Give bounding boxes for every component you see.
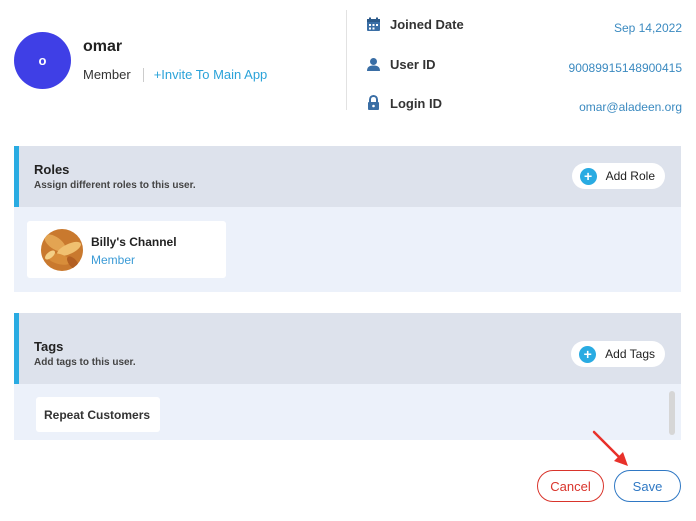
add-tags-label: Add Tags	[605, 347, 655, 361]
roles-subtitle: Assign different roles to this user.	[34, 180, 196, 191]
roles-section: Roles Assign different roles to this use…	[14, 146, 681, 292]
header-divider	[346, 10, 347, 110]
login-id-label: Login ID	[390, 95, 442, 111]
user-role: Member	[83, 67, 131, 82]
user-id-label: User ID	[390, 56, 436, 72]
plus-icon: +	[579, 345, 597, 363]
user-icon	[367, 57, 380, 71]
role-card-role: Member	[91, 253, 136, 267]
cancel-label: Cancel	[550, 478, 591, 494]
tags-header: Tags Add tags to this user. + Add Tags	[19, 313, 681, 384]
avatar-initial: o	[38, 53, 47, 68]
login-id-value: omar@aladeen.org	[579, 100, 682, 114]
save-button[interactable]: Save	[614, 470, 681, 502]
user-id-value: 90089915148900415	[568, 61, 682, 75]
add-tags-button[interactable]: + Add Tags	[571, 341, 665, 367]
tag-chip[interactable]: Repeat Customers	[36, 397, 160, 432]
user-avatar: o	[14, 32, 71, 89]
joined-date-value: Sep 14,2022	[613, 21, 682, 35]
user-id-row: User ID 90089915148900415	[366, 53, 682, 75]
roles-title: Roles	[34, 162, 70, 177]
login-id-row: Login ID omar@aladeen.org	[366, 92, 682, 114]
cancel-button[interactable]: Cancel	[537, 470, 604, 502]
role-card[interactable]: Billy's Channel Member	[27, 221, 226, 278]
tags-subtitle: Add tags to this user.	[34, 357, 136, 368]
role-card-channel-name: Billy's Channel	[91, 235, 177, 249]
add-role-button[interactable]: + Add Role	[571, 163, 665, 189]
role-divider	[142, 67, 144, 82]
joined-date-label: Joined Date	[390, 16, 464, 32]
lock-icon	[368, 95, 379, 110]
tags-section: Tags Add tags to this user. + Add Tags R…	[14, 313, 681, 440]
calendar-icon	[367, 17, 380, 31]
joined-date-row: Joined Date Sep 14,2022	[366, 13, 682, 35]
roles-header: Roles Assign different roles to this use…	[19, 146, 681, 207]
user-role-line: Member +Invite To Main App	[83, 67, 267, 82]
add-role-label: Add Role	[605, 169, 655, 183]
annotation-arrow-icon	[592, 430, 628, 466]
plus-icon: +	[579, 167, 597, 185]
channel-avatar	[41, 229, 83, 271]
user-detail-page: o omar Member +Invite To Main App Joined…	[0, 0, 696, 521]
tag-chip-label: Repeat Customers	[44, 407, 151, 422]
user-name: omar	[83, 38, 123, 55]
tags-scrollbar[interactable]	[669, 391, 675, 435]
save-label: Save	[632, 478, 663, 494]
tags-title: Tags	[34, 339, 64, 354]
invite-to-main-app-link[interactable]: +Invite To Main App	[154, 67, 268, 82]
